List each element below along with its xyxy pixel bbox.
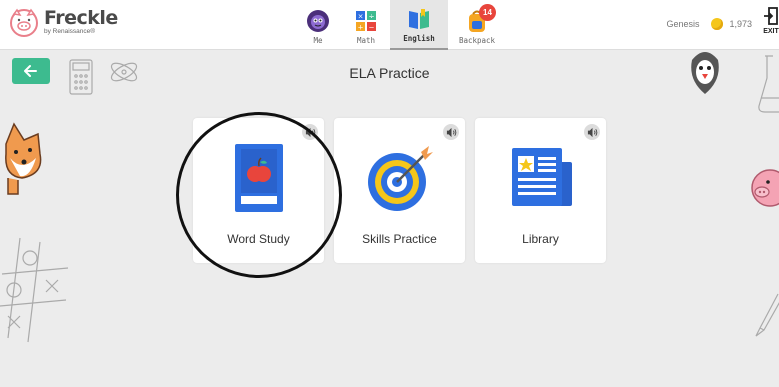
apple-book-icon: [234, 144, 283, 212]
exit-label: EXIT: [763, 28, 779, 35]
svg-text:+: +: [358, 24, 364, 32]
brand-subtitle: by Renaissance®: [44, 27, 96, 35]
math-icon: × ÷ + −: [356, 11, 376, 32]
nav-item-backpack[interactable]: Backpack 14: [448, 0, 506, 50]
practice-cards: Word Study Skills Practice Library: [193, 118, 616, 263]
pig-mascot-icon: [751, 169, 779, 207]
nav-label-math: Math: [356, 36, 376, 45]
book-icon: [409, 9, 429, 29]
nav-item-english[interactable]: English: [390, 0, 448, 50]
user-name: Genesis: [666, 19, 700, 29]
svg-text:÷: ÷: [369, 13, 375, 21]
page-title: ELA Practice: [349, 65, 430, 81]
speaker-icon: [587, 127, 597, 137]
audio-button[interactable]: [443, 124, 459, 140]
nav-label-backpack: Backpack: [458, 36, 496, 45]
top-bar: Freckle by Renaissance® Me × ÷ + − Math …: [0, 0, 779, 50]
speaker-icon: [305, 127, 315, 137]
flask-doodle-icon: [758, 55, 779, 113]
svg-text:−: −: [369, 24, 375, 32]
newspaper-icon: [511, 148, 572, 206]
user-info: Genesis 1,973: [666, 18, 752, 30]
speaker-icon: [446, 127, 456, 137]
nav-item-me[interactable]: Me: [294, 0, 342, 50]
pig-logo-icon: [10, 8, 38, 37]
audio-button[interactable]: [584, 124, 600, 140]
exit-door-icon: [764, 7, 778, 25]
backpack-count-badge: 14: [479, 4, 496, 21]
nav-label-me: Me: [313, 36, 323, 45]
audio-button[interactable]: [302, 124, 318, 140]
target-icon: [367, 146, 433, 211]
tic-tac-toe-doodle-icon: [0, 237, 69, 343]
card-skills-practice[interactable]: Skills Practice: [334, 118, 465, 263]
card-label-library: Library: [522, 232, 559, 246]
pencil-doodle-icon: [755, 293, 779, 337]
exit-button[interactable]: EXIT: [763, 6, 779, 44]
brand-name: Freckle: [44, 6, 118, 29]
card-word-study[interactable]: Word Study: [193, 118, 324, 263]
card-label-skills-practice: Skills Practice: [362, 232, 437, 246]
coin-icon: [711, 18, 724, 30]
card-label-word-study: Word Study: [227, 232, 290, 246]
nav-label-english: English: [403, 34, 435, 43]
card-library[interactable]: Library: [475, 118, 606, 263]
svg-text:×: ×: [358, 13, 364, 21]
main-nav: Me × ÷ + − Math English Backpack 14: [294, 0, 506, 50]
nav-item-math[interactable]: × ÷ + − Math: [342, 0, 390, 50]
freckle-logo[interactable]: Freckle by Renaissance®: [8, 6, 118, 38]
avatar-icon: [307, 10, 329, 32]
fox-icon: [5, 122, 42, 195]
coin-count: 1,973: [729, 19, 752, 29]
